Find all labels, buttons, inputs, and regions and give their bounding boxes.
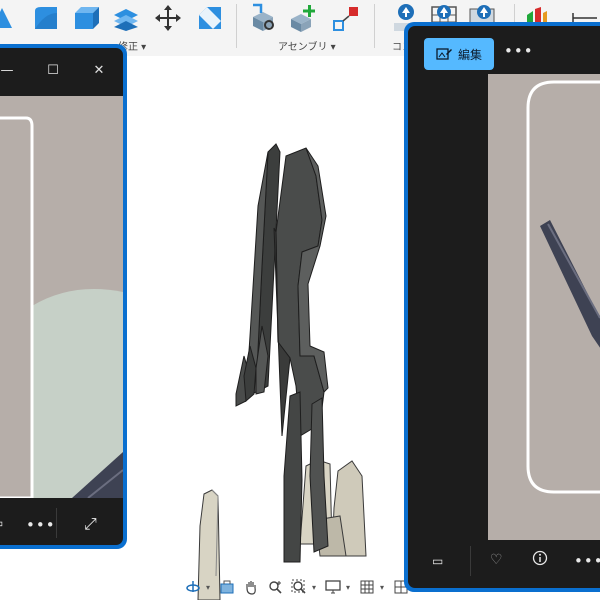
sketch-tool-icon[interactable] xyxy=(0,2,18,34)
photo-viewer-body: — ☐ ✕ ••• ⤢ ▭ xyxy=(0,48,123,545)
info-icon[interactable] xyxy=(532,550,548,570)
fit-zoom-icon[interactable] xyxy=(288,577,310,597)
chevron-down-icon[interactable]: ▾ xyxy=(346,583,354,592)
close-button[interactable]: ✕ xyxy=(86,60,112,80)
chamfer-icon[interactable] xyxy=(194,2,226,34)
look-at-icon[interactable] xyxy=(216,577,238,597)
photo-image xyxy=(0,96,123,498)
toolbar-separator xyxy=(374,4,375,48)
maximize-button[interactable]: ☐ xyxy=(40,60,66,80)
display-settings-icon[interactable] xyxy=(322,577,344,597)
edit-button[interactable]: 編集 xyxy=(424,38,494,70)
expand-button[interactable]: ⤢ xyxy=(84,514,97,534)
divider xyxy=(470,546,471,576)
more-options-button[interactable]: ••• xyxy=(574,552,600,570)
viewport-nav-bar: ▾ ▾ ▾ ▾ ▾ xyxy=(182,576,422,598)
edit-image-icon xyxy=(436,48,452,60)
chevron-down-icon[interactable]: ▾ xyxy=(206,583,214,592)
zoom-icon[interactable] xyxy=(264,577,286,597)
more-options-button[interactable]: ••• xyxy=(504,42,534,60)
chevron-down-icon[interactable]: ▾ xyxy=(380,583,388,592)
assembly-group-label[interactable]: アセンブリ ▾ xyxy=(278,38,336,53)
joint-icon[interactable] xyxy=(288,2,320,34)
toolbar-separator xyxy=(236,4,237,48)
filmstrip-icon[interactable]: ▭ xyxy=(432,554,443,568)
minimize-button[interactable]: — xyxy=(0,60,20,80)
orbit-icon[interactable] xyxy=(182,577,204,597)
photo-viewer-window-left[interactable]: — ☐ ✕ ••• ⤢ ▭ xyxy=(0,44,127,549)
as-built-joint-icon[interactable] xyxy=(330,2,362,34)
dark-model-part xyxy=(235,143,329,563)
filmstrip-icon[interactable]: ▭ xyxy=(0,516,3,530)
move-icon[interactable] xyxy=(152,2,184,34)
grid-icon[interactable] xyxy=(356,577,378,597)
photo-image xyxy=(488,74,600,540)
photo-viewer-body: 編集 ••• ▭ ♡ ••• xyxy=(408,26,600,588)
heart-icon[interactable]: ♡ xyxy=(490,552,503,568)
pan-hand-icon[interactable] xyxy=(240,577,262,597)
divider xyxy=(56,508,57,538)
shell-icon[interactable] xyxy=(110,2,142,34)
chevron-down-icon[interactable]: ▾ xyxy=(312,583,320,592)
photo-viewer-window-right[interactable]: 編集 ••• ▭ ♡ ••• xyxy=(404,22,600,592)
edit-button-label: 編集 xyxy=(457,47,482,62)
new-component-icon[interactable] xyxy=(248,2,280,34)
press-pull-icon[interactable] xyxy=(70,2,102,34)
fillet-icon[interactable] xyxy=(30,2,62,34)
more-options-button[interactable]: ••• xyxy=(26,516,56,534)
